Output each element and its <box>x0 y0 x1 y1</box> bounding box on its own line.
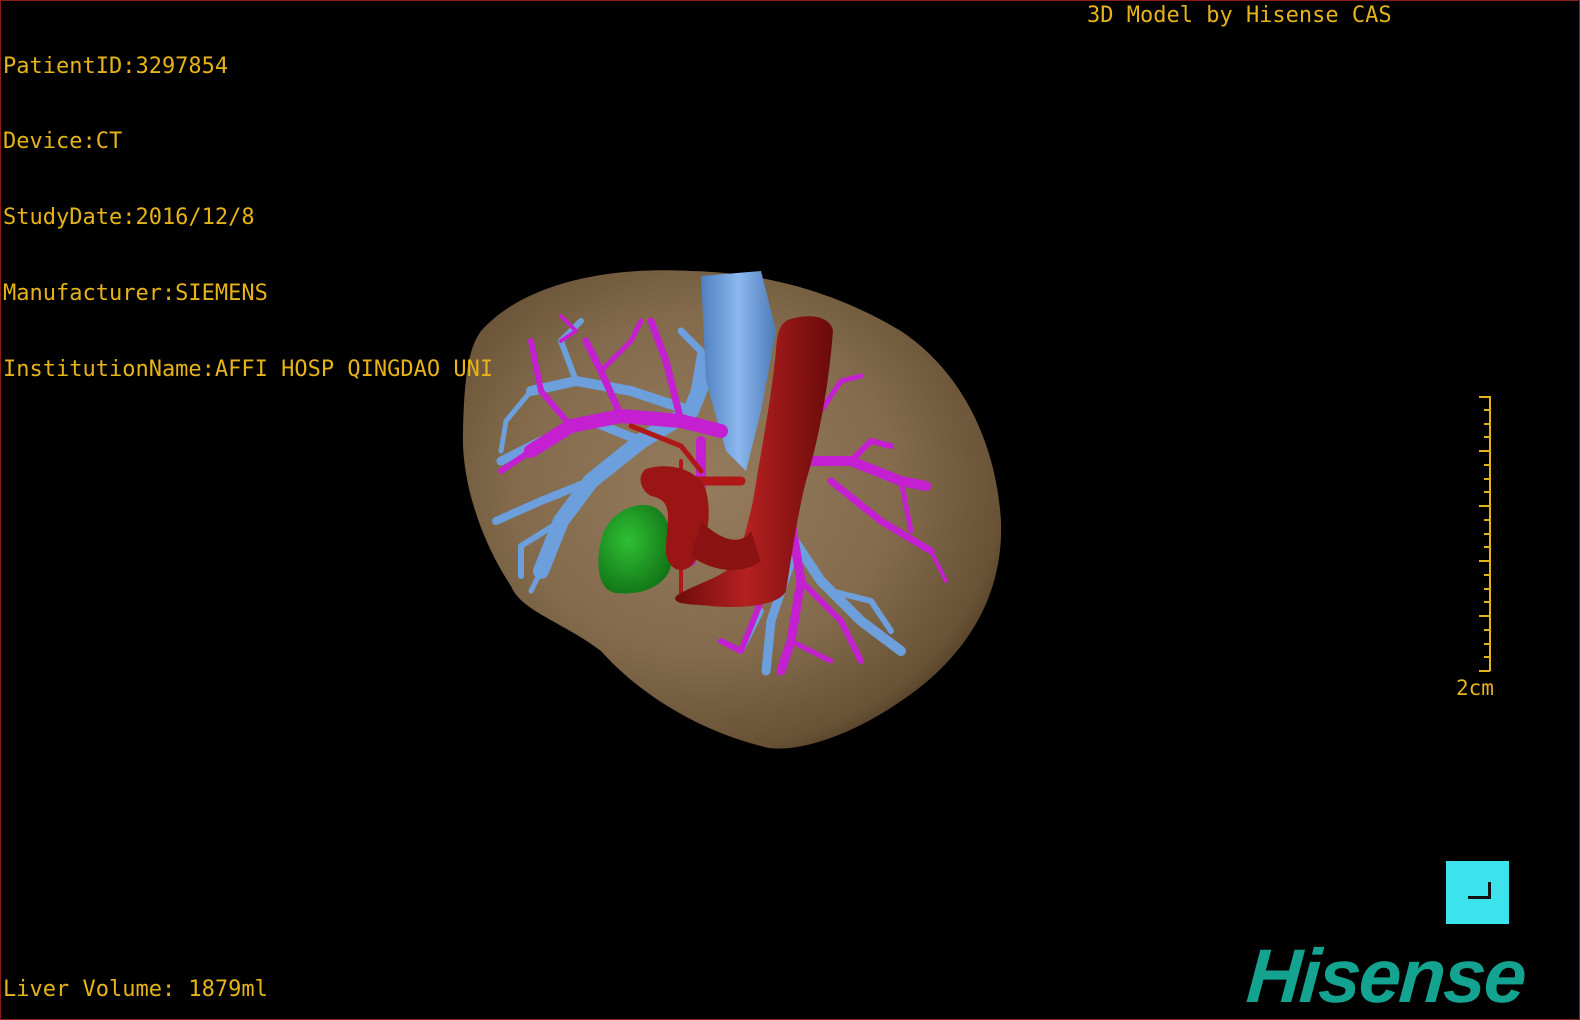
model-credit: 3D Model by Hisense CAS <box>1087 3 1392 28</box>
corner-icon <box>1468 882 1491 899</box>
device: Device:CT <box>3 129 123 155</box>
study-info: PatientID:3297854 Device:CT StudyDate:20… <box>3 3 493 433</box>
institution-name: InstitutionName:AFFI HOSP QINGDAO UNI <box>3 357 494 383</box>
patient-id: PatientID:3297854 <box>3 53 229 79</box>
scale-bar <box>1479 396 1491 672</box>
liver-volume: Liver Volume: 1879ml <box>3 977 268 1002</box>
study-date: StudyDate:2016/12/8 <box>3 205 255 231</box>
scale-label: 2cm <box>1456 676 1494 700</box>
hisense-logo: Hisense <box>1244 934 1528 1019</box>
manufacturer: Manufacturer:SIEMENS <box>3 281 268 307</box>
3d-viewport[interactable]: PatientID:3297854 Device:CT StudyDate:20… <box>0 0 1580 1020</box>
reset-view-button[interactable] <box>1446 861 1509 924</box>
